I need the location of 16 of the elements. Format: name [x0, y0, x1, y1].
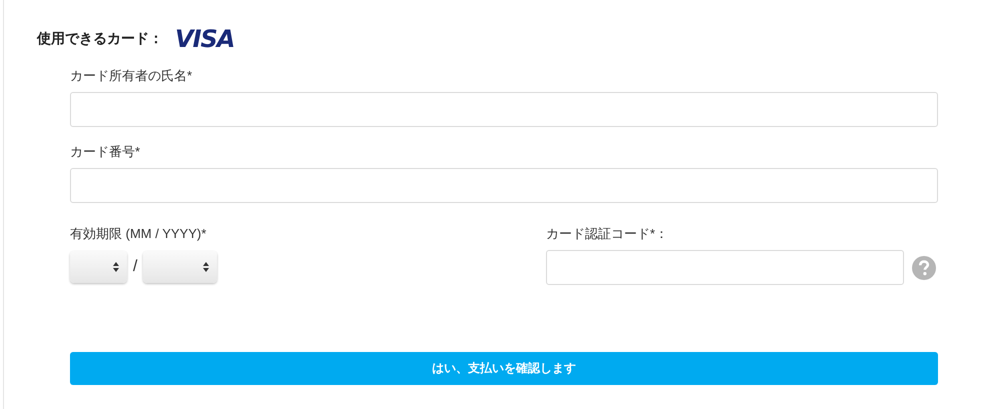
heading-label: 使用できるカード：: [37, 30, 163, 48]
field-label: 有効期限 (MM / YYYY)*: [70, 226, 208, 242]
dropdown-arrows-icon: [203, 262, 210, 272]
security-code-field[interactable]: [546, 250, 904, 285]
field-label: カード所有者の氏名*: [70, 68, 194, 84]
help-icon[interactable]: [912, 256, 936, 280]
input-field[interactable]: [70, 168, 938, 203]
year-select[interactable]: [143, 251, 218, 283]
card-brand-logo: VISA: [175, 25, 234, 53]
input-field[interactable]: [70, 92, 938, 127]
field-label: カード認証コード*：: [546, 226, 670, 242]
field-label: カード番号*: [70, 144, 142, 160]
month-select[interactable]: [70, 251, 127, 283]
dropdown-arrows-icon: [113, 262, 119, 272]
date-separator: /: [133, 258, 138, 276]
confirm-payment-button[interactable]: はい、支払いを確認します: [70, 352, 938, 385]
